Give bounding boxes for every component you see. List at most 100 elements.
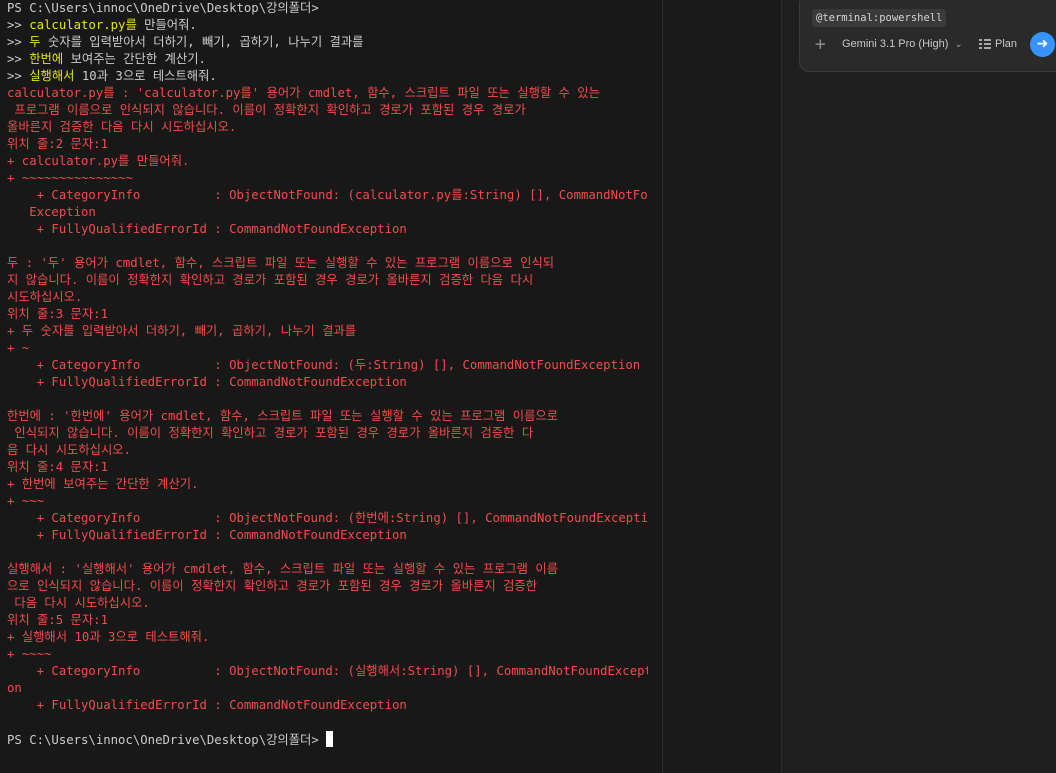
terminal-error-text: + 실행해서 10과 3으로 테스트해줘.	[7, 630, 210, 644]
terminal-error-text	[7, 239, 14, 253]
terminal-line: >> 한번에 보여주는 간단한 계산기.	[7, 51, 642, 68]
terminal-error-text: + FullyQualifiedErrorId : CommandNotFoun…	[7, 222, 407, 236]
terminal-error-text: + 한번에 보여주는 간단한 계산기.	[7, 477, 199, 491]
side-panel	[663, 0, 781, 773]
terminal-line: >> 실행해서 10과 3으로 테스트해줘.	[7, 68, 642, 85]
terminal-line: 두 : '두' 용어가 cmdlet, 함수, 스크립트 파일 또는 실행할 수…	[7, 255, 642, 272]
terminal-error-text: + ~~~	[7, 494, 45, 508]
terminal-panel[interactable]: PS C:\Users\innoc\OneDrive\Desktop\강의폴더>…	[0, 0, 648, 773]
terminal-cursor	[326, 731, 334, 747]
terminal-text: PS C:\Users\innoc\OneDrive\Desktop\강의폴더>	[7, 1, 327, 15]
terminal-line: + FullyQualifiedErrorId : CommandNotFoun…	[7, 697, 642, 714]
terminal-error-text	[7, 545, 14, 559]
terminal-error-text: + ~	[7, 341, 30, 355]
terminal-line: 위치 줄:5 문자:1	[7, 612, 642, 629]
terminal-text: >>	[7, 18, 30, 32]
terminal-line	[7, 391, 642, 408]
terminal-line: 인식되지 않습니다. 이름이 정확한지 확인하고 경로가 포함된 경우 경로가 …	[7, 425, 642, 442]
list-icon	[979, 38, 991, 49]
terminal-error-text: 시도하십시오.	[7, 290, 83, 304]
terminal-line: 프로그램 이름으로 인식되지 않습니다. 이름이 정확한지 확인하고 경로가 포…	[7, 102, 642, 119]
plan-button[interactable]: Plan	[979, 36, 1017, 52]
terminal-error-text: 두 : '두' 용어가 cmdlet, 함수, 스크립트 파일 또는 실행할 수…	[7, 256, 555, 270]
terminal-line: 지 않습니다. 이름이 정확한지 확인하고 경로가 포함된 경우 경로가 올바른…	[7, 272, 642, 289]
terminal-line: + CategoryInfo : ObjectNotFound: (calcul…	[7, 187, 648, 204]
terminal-error-text: 위치 줄:4 문자:1	[7, 460, 108, 474]
terminal-error-text: Exception	[7, 205, 96, 219]
ide-window: PS C:\Users\innoc\OneDrive\Desktop\강의폴더>…	[0, 0, 1056, 773]
terminal-text: 보여주는 간단한 계산기.	[63, 52, 206, 66]
context-chip[interactable]: @terminal:powershell	[812, 9, 947, 27]
terminal-line: 다음 다시 시도하십시오.	[7, 595, 642, 612]
terminal-error-text: + CategoryInfo : ObjectNotFound: (한번에:St…	[7, 511, 648, 525]
terminal-error-text: 다음 다시 시도하십시오.	[7, 596, 150, 610]
terminal-command-token: 두	[29, 35, 41, 49]
terminal-error-text: + CategoryInfo : ObjectNotFound: (calcul…	[7, 188, 648, 202]
chat-input-box[interactable]: @terminal:powershell + Gemini 3.1 Pro (H…	[799, 0, 1056, 72]
terminal-error-text: 위치 줄:5 문자:1	[7, 613, 108, 627]
chat-panel: @terminal:powershell + Gemini 3.1 Pro (H…	[782, 0, 1056, 773]
terminal-text: 10과 3으로 테스트해줘.	[74, 69, 217, 83]
terminal-line	[7, 544, 642, 561]
terminal-line: + ~~~	[7, 493, 642, 510]
terminal-error-text: 음 다시 시도하십시오.	[7, 443, 132, 457]
terminal-line: + FullyQualifiedErrorId : CommandNotFoun…	[7, 527, 642, 544]
terminal-line: + FullyQualifiedErrorId : CommandNotFoun…	[7, 221, 642, 238]
terminal-line: 올바른지 검증한 다음 다시 시도하십시오.	[7, 119, 642, 136]
send-button[interactable]: ➜	[1030, 32, 1055, 57]
terminal-error-text: + FullyQualifiedErrorId : CommandNotFoun…	[7, 375, 407, 389]
terminal-error-text: + CategoryInfo : ObjectNotFound: (두:Stri…	[7, 358, 641, 372]
terminal-error-text: + 두 숫자를 입력받아서 더하기, 빼기, 곱하기, 나누기 결과를	[7, 324, 357, 338]
terminal-error-text: + CategoryInfo : ObjectNotFound: (실행해서:S…	[7, 664, 648, 678]
terminal-line: >> calculator.py를 만들어줘.	[7, 17, 642, 34]
terminal-line: 한번에 : '한번에' 용어가 cmdlet, 함수, 스크립트 파일 또는 실…	[7, 408, 642, 425]
terminal-line: + ~	[7, 340, 642, 357]
terminal-line: calculator.py를 : 'calculator.py를' 용어가 cm…	[7, 85, 642, 102]
terminal-error-text: + ~~~~	[7, 647, 52, 661]
terminal-line: 실행해서 : '실행해서' 용어가 cmdlet, 함수, 스크립트 파일 또는…	[7, 561, 642, 578]
terminal-line	[7, 238, 642, 255]
terminal-error-text: 위치 줄:2 문자:1	[7, 137, 108, 151]
terminal-text: >>	[7, 52, 30, 66]
terminal-command-token: 실행해서	[29, 69, 75, 83]
model-label: Gemini 3.1 Pro (High)	[842, 38, 949, 50]
terminal-error-text: + FullyQualifiedErrorId : CommandNotFoun…	[7, 528, 407, 542]
terminal-line: + CategoryInfo : ObjectNotFound: (두:Stri…	[7, 357, 642, 374]
terminal-output: PS C:\Users\innoc\OneDrive\Desktop\강의폴더>…	[7, 0, 648, 748]
terminal-line: 위치 줄:2 문자:1	[7, 136, 642, 153]
terminal-line: + CategoryInfo : ObjectNotFound: (한번에:St…	[7, 510, 648, 527]
chevron-down-icon: ⌄	[954, 39, 963, 50]
terminal-line: + 한번에 보여주는 간단한 계산기.	[7, 476, 642, 493]
terminal-line: 위치 줄:3 문자:1	[7, 306, 642, 323]
terminal-line: + 두 숫자를 입력받아서 더하기, 빼기, 곱하기, 나누기 결과를	[7, 323, 642, 340]
model-selector[interactable]: Gemini 3.1 Pro (High) ⌄	[842, 36, 963, 52]
terminal-prompt: PS C:\Users\innoc\OneDrive\Desktop\강의폴더>	[7, 733, 327, 747]
terminal-prompt-line[interactable]: PS C:\Users\innoc\OneDrive\Desktop\강의폴더>	[7, 731, 642, 748]
arrow-right-icon: ➜	[1036, 36, 1049, 52]
terminal-error-text: 으로 인식되지 않습니다. 이름이 정확한지 확인하고 경로가 포함된 경우 경…	[7, 579, 538, 593]
terminal-error-text: calculator.py를 : 'calculator.py를' 용어가 cm…	[7, 86, 600, 100]
terminal-error-text	[7, 715, 14, 729]
terminal-line: 시도하십시오.	[7, 289, 642, 306]
terminal-command-token: 한번에	[29, 52, 64, 66]
terminal-line: + calculator.py를 만들어줘.	[7, 153, 642, 170]
terminal-scrollbar[interactable]	[648, 0, 662, 773]
terminal-line	[7, 714, 642, 731]
terminal-line: + FullyQualifiedErrorId : CommandNotFoun…	[7, 374, 642, 391]
terminal-line: + 실행해서 10과 3으로 테스트해줘.	[7, 629, 642, 646]
terminal-command-token: calculator.py를	[29, 18, 137, 32]
terminal-text: >>	[7, 35, 30, 49]
terminal-error-text: + ~~~~~~~~~~~~~~~	[7, 171, 133, 185]
plan-label: Plan	[995, 38, 1018, 50]
terminal-error-text: 실행해서 : '실행해서' 용어가 cmdlet, 함수, 스크립트 파일 또는…	[7, 562, 559, 576]
terminal-text: 만들어줘.	[136, 18, 197, 32]
terminal-error-text: 위치 줄:3 문자:1	[7, 307, 108, 321]
terminal-line: Exception	[7, 204, 642, 221]
terminal-line: >> 두 숫자를 입력받아서 더하기, 빼기, 곱하기, 나누기 결과를	[7, 34, 642, 51]
terminal-error-text: 한번에 : '한번에' 용어가 cmdlet, 함수, 스크립트 파일 또는 실…	[7, 409, 559, 423]
plus-icon[interactable]: +	[814, 37, 827, 52]
terminal-text: 숫자를 입력받아서 더하기, 빼기, 곱하기, 나누기 결과를	[40, 35, 364, 49]
terminal-error-text: + calculator.py를 만들어줘.	[7, 154, 190, 168]
terminal-error-text: 인식되지 않습니다. 이름이 정확한지 확인하고 경로가 포함된 경우 경로가 …	[7, 426, 534, 440]
terminal-error-text: 올바른지 검증한 다음 다시 시도하십시오.	[7, 120, 237, 134]
